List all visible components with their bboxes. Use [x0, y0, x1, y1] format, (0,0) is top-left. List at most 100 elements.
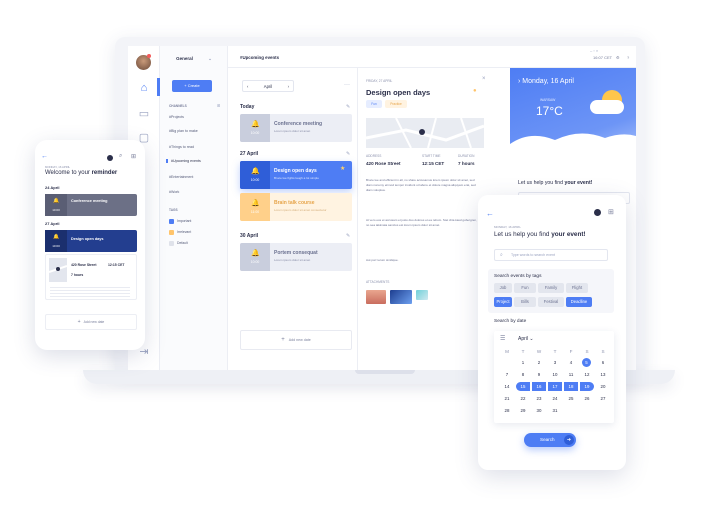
tag-default[interactable]: Default	[177, 241, 188, 245]
calendar-day[interactable]: 5	[582, 358, 591, 367]
calendar-day[interactable]: 22	[516, 394, 530, 403]
calendar-day[interactable]: 12	[580, 370, 594, 379]
tablet-search-input[interactable]: ⌕ Type words to search event	[494, 249, 608, 261]
phone-event-conference[interactable]: 🔔 10:00 Conference meeting	[45, 194, 137, 216]
tag-flight[interactable]: Flight	[566, 283, 588, 293]
calendar-day[interactable]: 3	[548, 358, 562, 367]
calendar-day[interactable]: 31	[548, 406, 562, 415]
calendar-day[interactable]: 1	[516, 358, 530, 367]
tag-deadline[interactable]: Deadline	[566, 297, 592, 307]
more-icon[interactable]: ···	[344, 82, 350, 88]
calendar-day[interactable]: 13	[596, 370, 610, 379]
calendar-day[interactable]: 9	[532, 370, 546, 379]
workspace-selector[interactable]: General ⌄	[160, 56, 228, 62]
event-card-design-open-days[interactable]: 🔔 10:00 Design open days Bruce lee fights…	[240, 161, 352, 189]
avatar[interactable]	[594, 209, 601, 216]
sidebar-item-big-plan[interactable]: #Big plan to make	[169, 129, 198, 133]
weekday-label: T	[521, 349, 525, 354]
edit-icon[interactable]: ✎	[346, 151, 350, 157]
menu-icon[interactable]: ☰	[500, 335, 505, 342]
calendar-day[interactable]: 30	[532, 406, 546, 415]
calendar-day[interactable]: 4	[564, 358, 578, 367]
calendar-day[interactable]: 17	[548, 382, 562, 391]
calendar-day[interactable]: 25	[564, 394, 578, 403]
event-time-block: 🔔 10:00	[240, 243, 270, 271]
folder-icon[interactable]: ▭	[137, 108, 151, 120]
channel-sidebar: General ⌄ + Create CHANNELS ⊞ #Projects …	[160, 46, 228, 370]
month-selector[interactable]: April ⌄	[518, 336, 534, 342]
calendar-day[interactable]: 24	[548, 394, 562, 403]
tag-important[interactable]: Important	[177, 219, 191, 223]
calendar-day[interactable]: 10	[548, 370, 562, 379]
pill-fun[interactable]: Fun	[366, 100, 382, 108]
calendar-day[interactable]: 26	[580, 394, 594, 403]
weather-city: WARSAW	[540, 98, 556, 102]
edit-icon[interactable]: ✎	[346, 104, 350, 110]
grid-icon[interactable]: ⊞	[608, 208, 614, 216]
calendar-day[interactable]: 15	[516, 382, 530, 391]
search-button[interactable]: Search ➜	[524, 433, 576, 447]
calendar-day[interactable]: 21	[500, 394, 514, 403]
add-channel-icon[interactable]: ⊞	[217, 103, 220, 108]
tag-family[interactable]: Family	[538, 283, 564, 293]
create-button[interactable]: + Create	[172, 80, 212, 92]
tag-job[interactable]: Job	[494, 283, 512, 293]
back-arrow-icon[interactable]: ←	[486, 209, 494, 218]
event-detail: FRIDAY, 27 APRIL × Design open days ● Fu…	[358, 68, 498, 370]
weather-card: › Monday, 16 April WARSAW 17°C	[510, 68, 636, 156]
month-navigator[interactable]: ‹ April ›	[242, 80, 294, 92]
grid-icon[interactable]: ⊞	[131, 153, 136, 160]
sidebar-item-projects[interactable]: #Projects	[169, 115, 184, 119]
map-thumbnail[interactable]	[366, 118, 484, 148]
weekday-label: F	[569, 349, 573, 354]
tag-festival[interactable]: Festival	[538, 297, 564, 307]
phone-event-design[interactable]: 🔔 10:00 Design open days	[45, 230, 137, 252]
tag-irrelevant[interactable]: Irrelevant	[177, 230, 191, 234]
chevron-left-icon[interactable]: ‹	[247, 81, 248, 92]
map-thumbnail[interactable]	[49, 258, 67, 282]
sidebar-item-work[interactable]: #Work	[169, 190, 179, 194]
add-new-date-button[interactable]: + Add new date	[240, 330, 352, 350]
chevron-right-icon[interactable]: ›	[518, 78, 520, 85]
calendar-day[interactable]: 28	[500, 406, 514, 415]
sidebar-item-entertainment[interactable]: #Entertainment	[169, 175, 193, 179]
close-icon[interactable]: ×	[482, 76, 486, 82]
home-icon[interactable]: ⌂	[137, 82, 151, 94]
calendar-day[interactable]: 16	[532, 382, 546, 391]
calendar-day[interactable]: 11	[564, 370, 578, 379]
attachment-image-1[interactable]	[366, 290, 386, 304]
tag-color-default	[169, 241, 174, 246]
event-card-conference[interactable]: 🔔 10:00 Conference meeting Lorem ipsum do…	[240, 114, 352, 142]
tag-bills[interactable]: Bills	[514, 297, 536, 307]
pill-practice[interactable]: Practice	[385, 100, 407, 108]
back-arrow-icon[interactable]: ←	[41, 153, 48, 160]
tag-project[interactable]: Project	[494, 297, 512, 307]
calendar-day[interactable]: 8	[516, 370, 530, 379]
star-icon[interactable]: ★	[340, 165, 345, 172]
help-icon[interactable]: ?	[627, 55, 629, 60]
event-card-brain-talk[interactable]: 🔔 11:00 Brain talk course Lorem ipsum dol…	[240, 193, 352, 221]
phone-add-date-button[interactable]: + Add new date	[45, 314, 137, 330]
chevron-right-icon[interactable]: ›	[288, 81, 289, 92]
calendar-day[interactable]: 29	[516, 406, 530, 415]
calendar-day[interactable]: 2	[532, 358, 546, 367]
calendar-day[interactable]: 7	[500, 370, 514, 379]
attachment-image-2[interactable]	[390, 290, 412, 304]
calendar-day[interactable]: 20	[596, 382, 610, 391]
tag-fun[interactable]: Fun	[514, 283, 536, 293]
calendar-day[interactable]: 19	[580, 382, 594, 391]
calendar-day[interactable]: 27	[596, 394, 610, 403]
calendar-day[interactable]: 6	[596, 358, 610, 367]
calendar-day[interactable]: 14	[500, 382, 514, 391]
edit-icon[interactable]: ✎	[346, 233, 350, 239]
event-card-portem[interactable]: 🔔 10:00 Portem consequat Lorem ipsum dolo…	[240, 243, 352, 271]
gear-icon[interactable]: ⚙	[616, 55, 620, 60]
calendar-day[interactable]: 18	[564, 382, 578, 391]
search-icon[interactable]: ⌕	[119, 153, 122, 160]
avatar[interactable]	[107, 155, 113, 161]
calendar-day[interactable]: 23	[532, 394, 546, 403]
attachment-image-3[interactable]	[416, 290, 428, 300]
window-controls[interactable]: – ▫ ×	[590, 48, 598, 53]
sidebar-item-things-to-read[interactable]: #Things to read	[169, 145, 194, 149]
sidebar-item-upcoming-events[interactable]: #Upcoming events	[166, 159, 201, 163]
